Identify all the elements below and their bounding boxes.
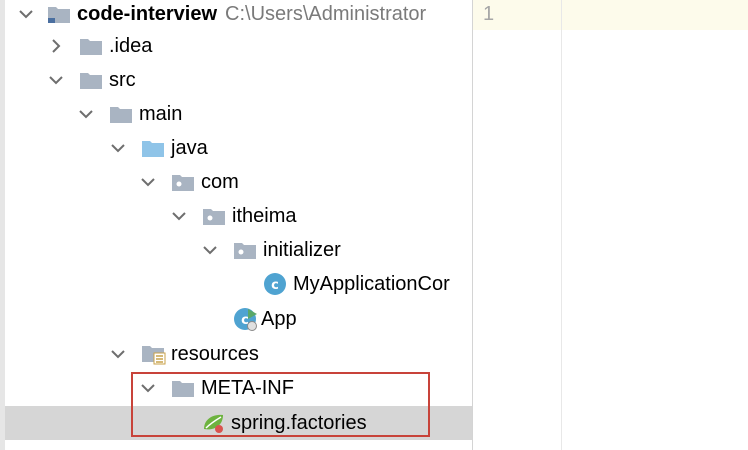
- project-path-hint: C:\Users\Administrator: [225, 2, 427, 25]
- tree-node-label: main: [139, 102, 183, 125]
- chevron-down-icon[interactable]: [109, 139, 127, 157]
- tree-node-label: MyApplicationCor: [293, 272, 450, 295]
- tree-node-initializer[interactable]: initializer: [5, 233, 472, 267]
- chevron-down-icon[interactable]: [77, 105, 95, 123]
- current-line-highlight: [473, 0, 748, 30]
- tree-node-com[interactable]: com: [5, 165, 472, 199]
- tree-node-label: itheima: [232, 204, 297, 227]
- tree-node-resources[interactable]: resources: [5, 337, 472, 371]
- package-icon: [202, 206, 226, 226]
- tree-node-itheima[interactable]: itheima: [5, 199, 472, 233]
- tree-node-label: resources: [171, 342, 259, 365]
- partial-tree-node: [80, 444, 140, 450]
- chevron-down-icon[interactable]: [47, 71, 65, 89]
- chevron-down-icon[interactable]: [170, 207, 188, 225]
- folder-icon: [79, 70, 103, 90]
- tree-node-label: src: [109, 68, 136, 91]
- folder-icon: [79, 36, 103, 56]
- tree-node-main[interactable]: main: [5, 97, 472, 131]
- runnable-class-icon: c: [233, 306, 259, 332]
- resources-folder-icon: [141, 343, 167, 365]
- tree-node-label: initializer: [263, 238, 341, 261]
- tree-node-src[interactable]: src: [5, 63, 472, 97]
- package-icon: [171, 172, 195, 192]
- chevron-down-icon[interactable]: [201, 241, 219, 259]
- chevron-down-icon[interactable]: [109, 345, 127, 363]
- chevron-down-icon[interactable]: [17, 5, 35, 23]
- project-tree-panel: code-interview C:\Users\Administrator .i…: [0, 0, 472, 450]
- tree-node-label: java: [171, 136, 208, 159]
- source-folder-icon: [141, 138, 165, 158]
- project-name: code-interview: [77, 2, 218, 25]
- chevron-down-icon[interactable]: [139, 173, 157, 191]
- chevron-right-icon[interactable]: [47, 37, 65, 55]
- tree-node-label: com: [201, 170, 239, 193]
- tree-node-app[interactable]: c App: [5, 302, 472, 336]
- tree-node-java[interactable]: java: [5, 131, 472, 165]
- tree-node-idea[interactable]: .idea: [5, 29, 472, 63]
- tree-node-myapplicationcontextinitializer[interactable]: c MyApplicationCor: [5, 267, 472, 301]
- line-number: 1: [483, 3, 495, 25]
- tree-node-label: App: [261, 307, 297, 330]
- annotation-highlight-box: [131, 372, 430, 437]
- tree-node-label: .idea: [109, 34, 153, 57]
- java-class-icon: c: [263, 272, 287, 296]
- svg-text:c: c: [271, 278, 279, 293]
- gutter-separator: [561, 0, 562, 450]
- editor-pane[interactable]: 1: [473, 0, 748, 450]
- project-folder-icon: [47, 4, 71, 24]
- folder-icon: [109, 104, 133, 124]
- package-icon: [233, 240, 257, 260]
- tree-node-code-interview[interactable]: code-interview C:\Users\Administrator: [5, 0, 472, 31]
